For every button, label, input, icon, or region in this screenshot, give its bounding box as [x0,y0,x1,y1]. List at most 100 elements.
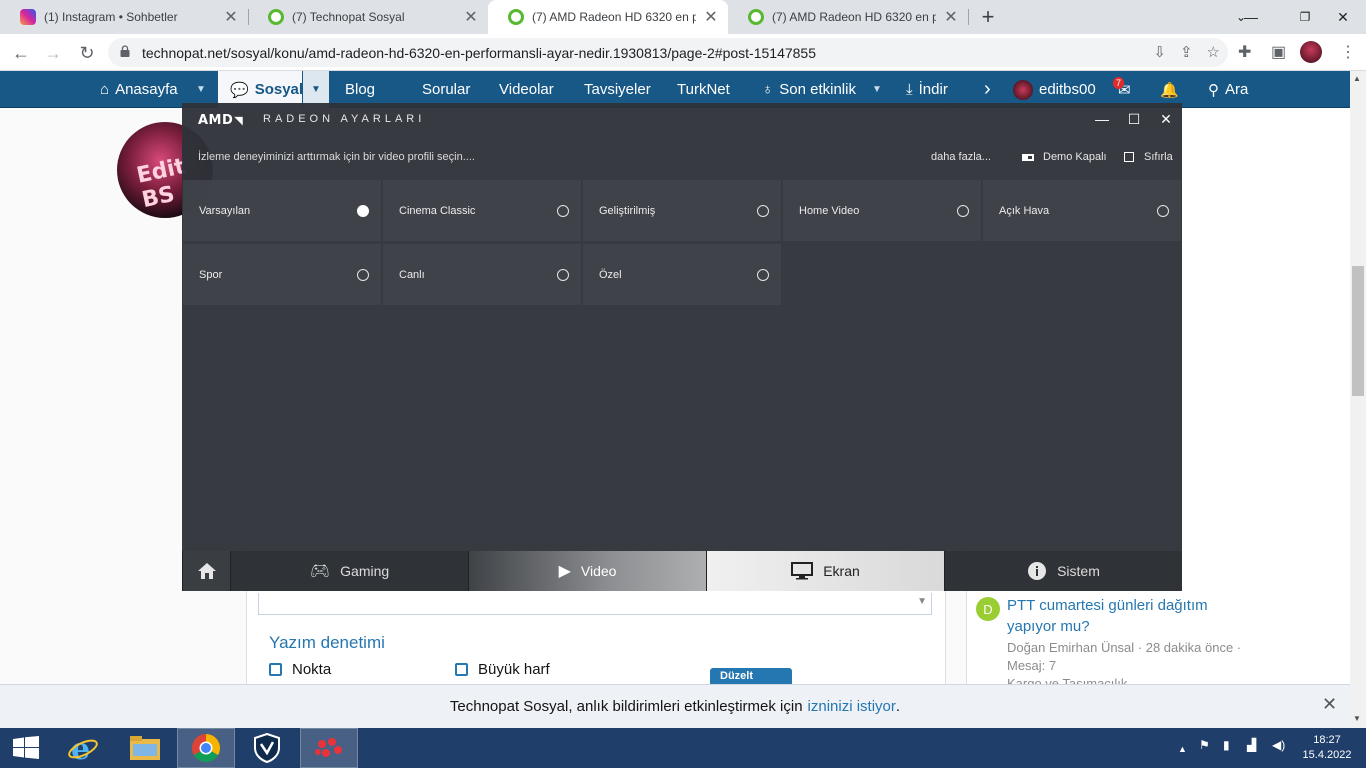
option-label: Büyük harf [478,661,550,678]
amd-close-button[interactable]: ✕ [1156,109,1176,129]
play-icon: ▶ [558,563,571,580]
avatar-letter: D [983,601,993,617]
profile-option-enhanced[interactable]: Geliştirilmiş [583,180,781,241]
instagram-icon [20,9,36,25]
minimize-window-button[interactable]: — [1228,0,1274,34]
radio-icon [1157,204,1169,217]
close-tab-icon[interactable]: ✕ [464,7,478,27]
thread-title[interactable]: PTT cumartesi günleri dağıtım yapıyor mu… [1007,595,1257,637]
reply-editor[interactable]: ▼ [258,593,932,615]
amd-tab-system-label: Sistem [1057,563,1100,579]
profile-avatar[interactable] [1300,41,1322,63]
notif-permission-link[interactable]: izninizi istiyor [808,698,896,715]
amd-demo-toggle[interactable]: Demo Kapalı [1022,151,1107,163]
bookmark-star-icon[interactable]: ☆ [1207,43,1220,61]
monitor-icon [791,562,814,580]
user-avatar-small [1013,79,1033,100]
profile-option-cinema-classic[interactable]: Cinema Classic [383,180,581,241]
amd-logo-text: AMD [198,113,234,128]
nav-questions-label: Sorular [422,81,471,98]
browser-tab-active[interactable]: (7) AMD Radeon HD 6320 en per ✕ [488,0,728,34]
page-scrollbar[interactable] [1350,71,1366,728]
amd-tab-gaming[interactable]: 🎮︎ Gaming [230,551,468,591]
amd-radeon-taskbar-icon[interactable] [300,728,358,768]
amd-tab-video[interactable]: ▶ Video [468,551,706,591]
notif-period: . [895,698,901,715]
sidebar-thread-item[interactable]: PTT cumartesi günleri dağıtım yapıyor mu… [1007,595,1257,693]
home-icon: ⌂ [100,81,110,98]
close-tab-icon[interactable]: ✕ [944,7,958,27]
nav-home[interactable]: ⌂ Anasayfa [100,71,178,108]
fix-button-label: Düzelt [720,670,753,682]
browser-tab-amd[interactable]: (7) AMD Radeon HD 6320 en per ✕ [728,0,968,34]
start-button[interactable] [0,728,52,768]
amd-arrow-icon: ◥ [234,114,244,127]
close-tab-icon[interactable]: ✕ [224,7,238,27]
radio-icon [757,268,769,281]
flag-icon[interactable]: ⚑ [1199,738,1210,752]
profile-option-outdoor[interactable]: Açık Hava [983,180,1181,241]
radio-selected-icon [357,204,369,217]
resize-caret-icon: ▼ [917,596,927,607]
file-explorer-icon[interactable] [116,728,174,768]
browser-tab-technopat[interactable]: (7) Technopat Sosyal ✕ [248,0,488,34]
battery-icon[interactable]: ▮ [1223,738,1230,752]
nav-social-label: Sosyal [254,81,304,98]
option-dot-checkbox[interactable]: Nokta [269,661,331,678]
tab-title: (7) AMD Radeon HD 6320 en per [532,10,696,24]
profile-option-home-video[interactable]: Home Video [783,180,981,241]
nav-search[interactable]: ⚲ Ara [1208,71,1248,108]
profile-option-default[interactable]: Varsayılan [183,180,381,241]
notif-close-icon[interactable]: ✕ [1322,694,1337,715]
profile-option-sport[interactable]: Spor [183,244,381,305]
nav-home-label: Anasayfa [115,81,178,98]
profile-option-vivid[interactable]: Canlı [383,244,581,305]
internet-explorer-icon[interactable]: e [54,728,112,768]
radio-icon [757,204,769,217]
scroll-down-icon[interactable]: ▼ [1353,714,1361,723]
network-icon[interactable]: ▟ [1247,738,1256,752]
scrollbar-thumb[interactable] [1352,266,1364,396]
chat-icon: 💬 [230,81,249,99]
download-tray-icon: ⤓ [906,81,913,98]
browser-tab-strip: (1) Instagram • Sohbetler ✕ (7) Technopa… [0,0,1366,34]
system-clock[interactable]: 18:27 15.4.2022 [1296,733,1358,763]
volume-icon[interactable]: ◀) [1272,738,1285,752]
nav-turknet-label: TurkNet [677,81,730,98]
side-panel-icon[interactable]: ▣ [1271,42,1286,62]
amd-more-link[interactable]: daha fazla... [931,151,991,163]
amd-reset-button[interactable]: Sıfırla [1124,151,1173,163]
technopat-icon [268,9,284,25]
security-app-icon[interactable] [238,728,296,768]
amd-tab-home[interactable] [182,551,230,591]
option-capital-checkbox[interactable]: Büyük harf [455,661,550,678]
extensions-icon[interactable]: ✚ [1238,42,1251,62]
thread-author-avatar[interactable]: D [976,597,1000,621]
amd-reset-label: Sıfırla [1144,151,1173,163]
new-tab-button[interactable]: + [976,4,1000,30]
browser-toolbar: ← → ↻ technopat.net/sosyal/konu/amd-rade… [0,34,1366,71]
amd-demo-label: Demo Kapalı [1043,151,1107,163]
chrome-taskbar-icon[interactable] [177,728,235,768]
amd-tab-display[interactable]: Ekran [706,551,944,591]
profile-option-custom[interactable]: Özel [583,244,781,305]
install-app-icon[interactable]: ⇩ [1153,43,1166,61]
close-window-button[interactable]: ✕ [1320,0,1366,34]
share-icon[interactable]: ⇪ [1180,43,1193,61]
amd-logo: AMD◥ [198,113,243,128]
amd-tab-system[interactable]: Sistem [944,551,1182,591]
amd-maximize-button[interactable]: ☐ [1124,109,1144,129]
option-label: Nokta [292,661,332,678]
back-icon[interactable]: ← [8,40,34,66]
forward-icon[interactable]: → [40,40,66,66]
menu-icon[interactable]: ⋮ [1340,42,1356,62]
amd-minimize-button[interactable]: — [1092,109,1112,129]
windows-logo-icon [13,736,39,759]
tray-expand-icon[interactable]: ▲ [1178,744,1187,754]
scroll-up-icon[interactable]: ▲ [1353,74,1361,83]
address-bar[interactable]: technopat.net/sosyal/konu/amd-radeon-hd-… [108,38,1228,67]
push-permission-bar: Technopat Sosyal, anlık bildirimleri etk… [0,684,1350,728]
close-tab-icon[interactable]: ✕ [704,7,718,27]
reload-icon[interactable]: ↻ [74,40,100,66]
browser-tab-instagram[interactable]: (1) Instagram • Sohbetler ✕ [0,0,248,34]
